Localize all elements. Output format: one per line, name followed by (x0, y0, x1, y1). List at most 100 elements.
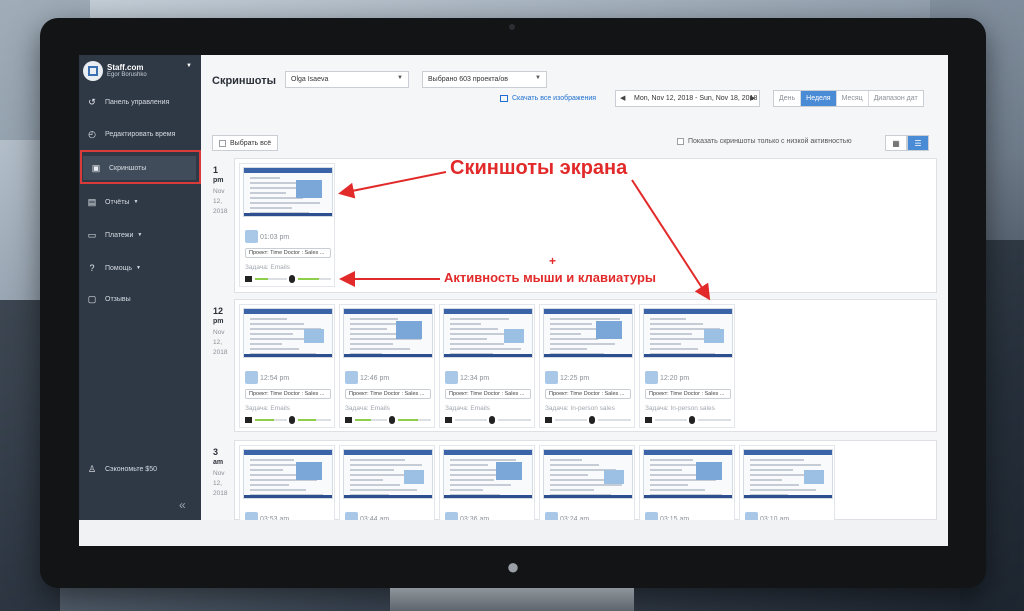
project-select[interactable]: Проект: Time Doctor : Sales ... (245, 389, 331, 399)
task-label: Задача: In-person sales (545, 405, 615, 412)
screenshot-thumbnail[interactable] (443, 308, 533, 358)
sidebar-item-reports[interactable]: ▤ Отчёты ▼ (79, 190, 201, 214)
mouse-activity-track (598, 419, 631, 421)
prev-week-button[interactable]: ◀ (620, 94, 625, 102)
sidebar-item-label: Сэкономьте $50 (105, 465, 157, 473)
activity-meter (245, 416, 331, 424)
date-range-picker[interactable]: ◀ Mon, Nov 12, 2018 - Sun, Nov 18, 2018 … (615, 90, 760, 107)
view-switch: ▦ ☰ (885, 135, 929, 151)
user-avatar-icon (345, 371, 358, 384)
mouse-activity-track (498, 419, 531, 421)
screenshot-thumbnail[interactable] (343, 308, 433, 358)
project-select[interactable]: Выбрано 603 проекта/ов ▼ (422, 71, 547, 88)
user-avatar-icon (645, 371, 658, 384)
screenshot-card[interactable]: 12:34 pm Проект: Time Doctor : Sales ... З… (439, 304, 535, 428)
user-select[interactable]: Olga Isaeva ▼ (285, 71, 409, 88)
screenshot-thumbnail[interactable] (743, 449, 833, 499)
select-all-button[interactable]: Выбрать всё (212, 135, 279, 151)
activity-meter (245, 275, 331, 283)
mouse-activity-track (698, 419, 731, 421)
screenshot-thumbnail[interactable] (343, 449, 433, 499)
sidebar-item-edit-time[interactable]: ◴ Редактировать время (79, 122, 201, 146)
screenshot-group: 3amNov12,201803:53 am03:44 am03:36 am03:… (213, 440, 937, 546)
screenshot-thumbnail[interactable] (243, 449, 333, 499)
annotation-highlight-box (80, 150, 201, 184)
project-select[interactable]: Проект: Time Doctor : Sales ... (345, 389, 431, 399)
project-select-value: Выбрано 603 проекта/ов (428, 76, 509, 83)
sidebar-item-label: Платежи (105, 231, 134, 239)
mouse-activity-fill (298, 419, 316, 421)
screenshot-thumbnail[interactable] (243, 167, 333, 217)
screenshot-thumbnail[interactable] (643, 449, 733, 499)
period-day[interactable]: День (774, 91, 802, 106)
screenshot-card[interactable]: 12:46 pm Проект: Time Doctor : Sales ... З… (339, 304, 435, 428)
project-select[interactable]: Проект: Time Doctor : Sales ... (645, 389, 731, 399)
period-week[interactable]: Неделя (801, 91, 837, 106)
screenshot-card[interactable]: 12:54 pm Проект: Time Doctor : Sales ... З… (239, 304, 335, 428)
download-all-link[interactable]: Скачать все изображения (500, 95, 596, 102)
annotation-screens: Скиншоты экрана (450, 157, 628, 179)
activity-meter (345, 416, 431, 424)
screenshot-thumbnail[interactable] (443, 449, 533, 499)
screenshot-time: 12:54 pm (260, 375, 290, 382)
sidebar-item-help[interactable]: ? Помощь ▼ (79, 256, 201, 280)
keyboard-icon (345, 417, 352, 423)
report-icon: ▤ (87, 196, 97, 207)
group-date: 2018 (213, 490, 228, 497)
caret-down-icon[interactable]: ▼ (186, 63, 192, 69)
sidebar-item-label: Отзывы (105, 295, 131, 303)
sidebar-item-label: Помощь (105, 264, 133, 272)
group-date: 12, (213, 339, 223, 346)
keyboard-icon (545, 417, 552, 423)
group-ampm: pm (213, 177, 224, 184)
list-view-icon[interactable]: ☰ (907, 135, 929, 151)
project-select[interactable]: Проект: Time Doctor : Sales ... (245, 248, 331, 258)
user-menu[interactable]: Staff.com Egor Borushko ▼ (79, 55, 201, 89)
keyboard-activity-track (655, 419, 687, 421)
screenshot-time: 12:34 pm (460, 375, 490, 382)
project-select[interactable]: Проект: Time Doctor : Sales ... (445, 389, 531, 399)
caret-down-icon: ▼ (137, 232, 143, 238)
period-switch: День Неделя Месяц Диапазон дат (773, 90, 924, 107)
keyboard-activity-fill (255, 419, 274, 421)
period-range[interactable]: Диапазон дат (869, 91, 923, 106)
sidebar-item-feedback[interactable]: ▢ Отзывы (79, 287, 201, 311)
period-month[interactable]: Месяц (837, 91, 869, 106)
group-date: 12, (213, 198, 223, 205)
sidebar-item-payments[interactable]: ▭ Платежи ▼ (79, 223, 201, 247)
sidebar-item-save[interactable]: ♙ Сэкономьте $50 (79, 457, 201, 481)
group-ampm: pm (213, 318, 224, 325)
sidebar-item-label: Панель управления (105, 98, 170, 106)
next-week-button[interactable]: ▶ (750, 94, 755, 102)
screenshot-time: 01:03 pm (260, 234, 290, 241)
group-hour: 3 (213, 447, 219, 457)
screenshot-thumbnail[interactable] (643, 308, 733, 358)
screenshot-thumbnail[interactable] (543, 449, 633, 499)
collapse-sidebar-icon[interactable]: « (179, 498, 186, 512)
screenshot-card[interactable]: 12:20 pm Проект: Time Doctor : Sales ... З… (639, 304, 735, 428)
screenshot-card[interactable]: 12:25 pm Проект: Time Doctor : Sales ... З… (539, 304, 635, 428)
mouse-icon (389, 416, 395, 424)
task-label: Задача: Emails (345, 405, 390, 412)
sidebar-item-dashboard[interactable]: ↺ Панель управления (79, 90, 201, 114)
chevron-down-icon: ▼ (535, 75, 541, 81)
group-date: 2018 (213, 208, 228, 215)
low-activity-toggle[interactable]: Показать скриншоты только с низкой актив… (677, 138, 852, 145)
screenshot-time: 12:46 pm (360, 375, 390, 382)
project-select[interactable]: Проект: Time Doctor : Sales ... (545, 389, 631, 399)
low-activity-label: Показать скриншоты только с низкой актив… (688, 138, 852, 145)
screenshot-thumbnail[interactable] (543, 308, 633, 358)
clock-edit-icon: ◴ (88, 128, 96, 139)
user-avatar-icon (245, 371, 258, 384)
screenshot-thumbnail[interactable] (243, 308, 333, 358)
grid-view-icon[interactable]: ▦ (885, 135, 907, 151)
screen-bottom-bar (79, 520, 948, 546)
keyboard-icon (245, 417, 252, 423)
select-all-label: Выбрать всё (230, 139, 272, 147)
chevron-down-icon: ▼ (397, 75, 403, 81)
group-date: 2018 (213, 349, 228, 356)
group-date: Nov (213, 188, 225, 195)
mouse-icon (289, 416, 295, 424)
screenshot-card[interactable]: 01:03 pm Проект: Time Doctor : Sales ... З… (239, 163, 335, 287)
caret-down-icon: ▼ (136, 265, 141, 271)
